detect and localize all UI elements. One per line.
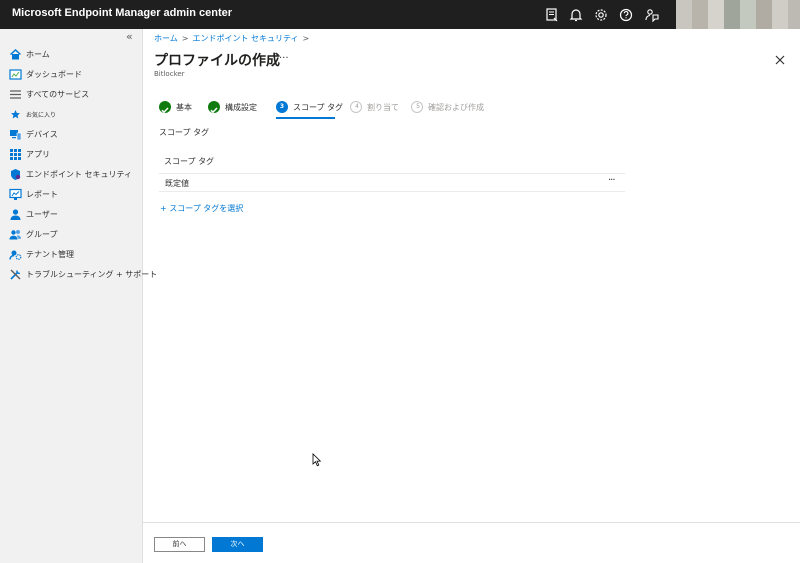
breadcrumb-home-link[interactable]: ホーム	[154, 34, 178, 43]
sidebar-item-devices[interactable]: デバイス	[0, 125, 142, 145]
wizard-footer: 前へ 次へ	[143, 522, 800, 563]
notifications-icon[interactable]	[567, 6, 585, 24]
breadcrumb: ホーム > エンドポイント セキュリティ >	[154, 33, 313, 44]
tenant-icon	[9, 248, 22, 261]
sidebar-item-label: エンドポイント セキュリティ	[26, 170, 133, 179]
feedback-person-icon[interactable]	[643, 6, 661, 24]
sidebar-item-label: ユーザー	[26, 210, 58, 219]
sidebar-item-home[interactable]: ホーム	[0, 45, 142, 65]
section-heading: スコープ タグ	[159, 128, 210, 137]
breadcrumb-separator: >	[302, 34, 310, 43]
page-subtitle: Bitlocker	[154, 70, 185, 78]
help-icon[interactable]	[617, 6, 635, 24]
sidebar-item-users[interactable]: ユーザー	[0, 205, 142, 225]
scope-tag-value: 既定値	[165, 179, 189, 188]
step-number-badge: 3	[276, 101, 288, 113]
column-header: スコープ タグ	[164, 157, 215, 166]
step-number: 5	[416, 103, 420, 110]
shield-icon	[9, 168, 22, 181]
user-icon	[9, 208, 22, 221]
sidebar-item-label: テナント管理	[26, 250, 74, 259]
page-title: プロファイルの作成	[154, 53, 280, 69]
sidebar-item-tenant-admin[interactable]: テナント管理	[0, 245, 142, 265]
step-label: 割り当て	[367, 103, 399, 112]
row-more-options-icon[interactable]: ···	[608, 175, 615, 186]
sidebar-item-label: お気に入り	[26, 112, 57, 119]
select-scope-tags-link[interactable]: + スコープ タグを選択	[160, 203, 243, 214]
sidebar-item-label: グループ	[26, 230, 58, 239]
apps-icon	[9, 148, 22, 161]
sidebar-item-endpoint-security[interactable]: エンドポイント セキュリティ	[0, 165, 142, 185]
sidebar-item-all-services[interactable]: すべてのサービス	[0, 85, 142, 105]
tools-icon	[9, 268, 22, 281]
sidebar-item-troubleshooting[interactable]: トラブルシューティング + サポート	[0, 265, 157, 285]
step-label: 確認および作成	[428, 103, 484, 112]
home-icon	[9, 48, 22, 61]
sidebar-item-groups[interactable]: グループ	[0, 225, 142, 245]
sidebar-item-favorites[interactable]: お気に入り	[0, 105, 142, 125]
app-title[interactable]: Microsoft Endpoint Manager admin center	[12, 7, 232, 19]
settings-gear-icon[interactable]	[592, 6, 610, 24]
collapse-sidebar-icon[interactable]: «	[126, 30, 133, 43]
sidebar-item-label: レポート	[26, 190, 58, 199]
step-number: 4	[355, 103, 359, 110]
devices-icon	[9, 128, 22, 141]
step-label: スコープ タグ	[293, 103, 344, 112]
sidebar-item-label: トラブルシューティング + サポート	[26, 270, 158, 279]
app-root: Microsoft Endpoint Manager admin center	[0, 0, 800, 563]
sidebar-item-reports[interactable]: レポート	[0, 185, 142, 205]
current-step-indicator	[276, 117, 335, 119]
sidebar-item-label: ホーム	[26, 50, 50, 59]
group-icon	[9, 228, 22, 241]
breadcrumb-separator: >	[181, 34, 189, 43]
breadcrumb-endpoint-security-link[interactable]: エンドポイント セキュリティ	[192, 34, 298, 43]
sidebar-item-label: すべてのサービス	[26, 90, 90, 99]
step-number-badge: 5	[411, 101, 423, 113]
checkmark-icon	[208, 101, 220, 114]
star-icon	[9, 108, 22, 121]
next-button[interactable]: 次へ	[212, 537, 263, 552]
checkmark-icon	[159, 101, 171, 114]
top-bar: Microsoft Endpoint Manager admin center	[0, 0, 800, 29]
sidebar-item-label: ダッシュボード	[26, 70, 82, 79]
table-row[interactable]: 既定値 ···	[159, 173, 625, 192]
dashboard-icon	[9, 68, 22, 81]
close-icon[interactable]	[773, 52, 787, 66]
more-options-icon[interactable]: ···	[279, 53, 289, 64]
sidebar-item-dashboard[interactable]: ダッシュボード	[0, 65, 142, 85]
mouse-cursor-icon	[312, 452, 322, 467]
sidebar: « ホーム ダッシュボード すべてのサービス お気に入り デバイス アプリ エン…	[0, 29, 157, 563]
step-label: 基本	[176, 103, 192, 112]
feedback-icon[interactable]	[543, 6, 561, 24]
step-label: 構成設定	[225, 103, 257, 112]
step-number-badge: 4	[350, 101, 362, 113]
reports-icon	[9, 188, 22, 201]
account-avatar-blurred[interactable]	[676, 0, 800, 29]
sidebar-item-label: デバイス	[26, 130, 58, 139]
step-number: 3	[279, 103, 285, 110]
sidebar-item-apps[interactable]: アプリ	[0, 145, 142, 165]
previous-button[interactable]: 前へ	[154, 537, 205, 552]
sidebar-item-label: アプリ	[26, 150, 50, 159]
list-icon	[9, 88, 22, 101]
